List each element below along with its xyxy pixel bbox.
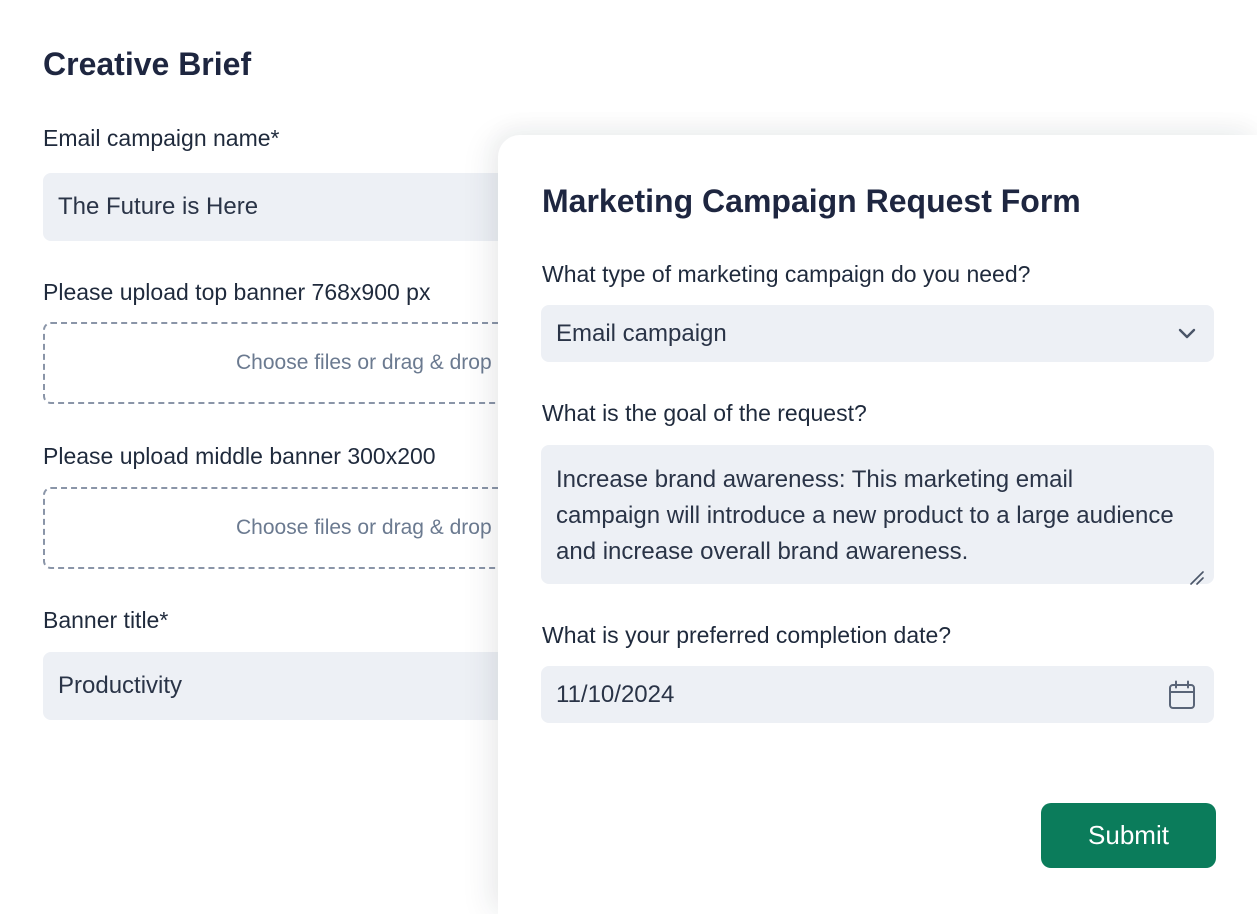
banner-title-value: Productivity: [58, 672, 183, 699]
middle-banner-drop-text: Choose files or drag & drop: [236, 516, 492, 539]
goal-value: Increase brand awareness: This marketing…: [556, 466, 1174, 565]
top-banner-label: Please upload top banner 768x900 px: [43, 279, 431, 305]
campaign-type-value: Email campaign: [556, 319, 727, 347]
goal-question: What is the goal of the request?: [542, 400, 867, 426]
submit-button[interactable]: Submit: [1041, 803, 1216, 868]
resize-handle-icon[interactable]: [1188, 560, 1204, 585]
campaign-type-question: What type of marketing campaign do you n…: [542, 261, 1031, 287]
middle-banner-label: Please upload middle banner 300x200: [43, 443, 436, 469]
banner-title-label: Banner title*: [43, 607, 169, 633]
campaign-type-select[interactable]: Email campaign: [541, 305, 1214, 362]
form-title: Marketing Campaign Request Form: [542, 183, 1081, 219]
stage: Creative Brief Email campaign name* The …: [0, 0, 1257, 914]
top-banner-drop-text: Choose files or drag & drop: [236, 351, 492, 374]
completion-date-value: 11/10/2024: [556, 680, 675, 708]
campaign-name-value: The Future is Here: [58, 193, 259, 220]
completion-date-question: What is your preferred completion date?: [542, 622, 952, 648]
completion-date-input[interactable]: 11/10/2024: [541, 666, 1214, 723]
calendar-icon[interactable]: [1168, 680, 1196, 710]
campaign-name-label: Email campaign name*: [43, 125, 280, 151]
chevron-down-icon: [1178, 328, 1196, 340]
campaign-request-form-card: Marketing Campaign Request Form What typ…: [498, 135, 1257, 914]
creative-brief-title: Creative Brief: [43, 46, 252, 82]
goal-textarea[interactable]: Increase brand awareness: This marketing…: [541, 445, 1214, 585]
